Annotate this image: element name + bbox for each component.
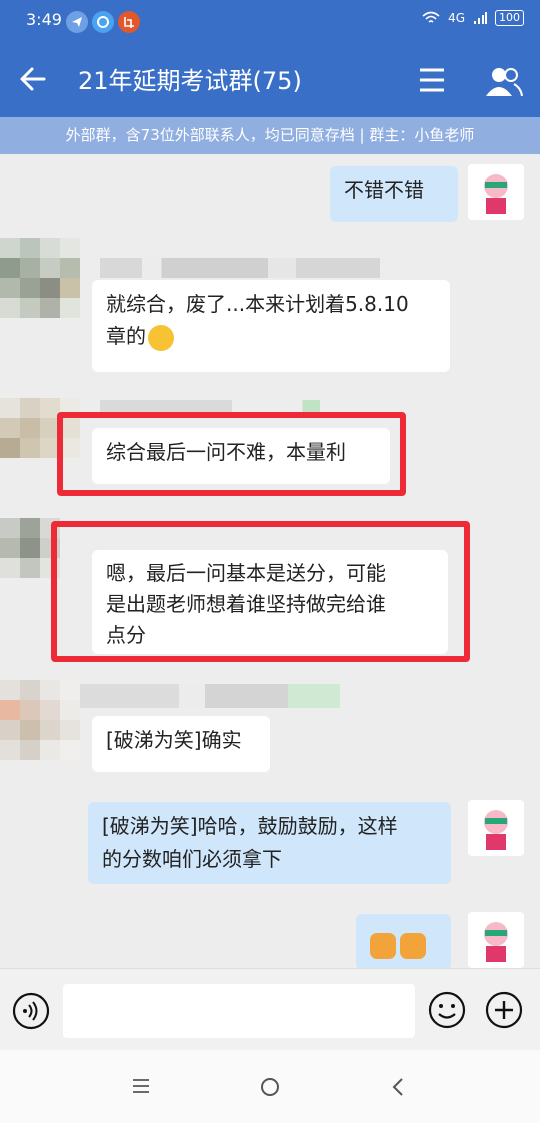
crop-notification-icon [118,11,140,33]
home-icon[interactable] [259,1076,281,1098]
message-text: 不错不错 [344,178,424,202]
fist-emoji-icon [370,932,396,959]
nav-back-icon[interactable] [390,1076,406,1098]
wifi-icon [422,11,440,23]
message-text: [破涕为笑]哈哈，鼓励鼓励，这样 [102,814,398,838]
sender-name-blurred [80,684,340,708]
highlight-box [51,521,470,662]
avatar-self[interactable] [468,912,524,968]
group-members-icon[interactable] [484,64,524,98]
avatar-self[interactable] [468,164,524,220]
signal-icon [474,12,487,24]
avatar-self[interactable] [468,800,524,856]
network-type: 4G [448,11,465,25]
voice-input-icon[interactable] [12,992,50,1030]
message-bubble-self[interactable] [356,914,451,970]
menu-icon[interactable] [418,66,446,94]
avatar-blurred[interactable] [0,680,80,760]
message-input[interactable] [63,984,415,1038]
chat-title: 21年延期考试群(75) [78,67,302,95]
highlight-box [57,412,406,496]
fist-emoji-icon [400,932,426,959]
emoji-picker-icon[interactable] [427,990,467,1030]
message-bubble[interactable]: 就综合，废了...本来计划着5.8.10 章的 [92,280,450,372]
message-text: [破涕为笑]确实 [106,728,242,752]
message-text: 的分数咱们必须拿下 [102,847,282,871]
laughing-emoji-icon [148,324,174,351]
message-bubble[interactable]: [破涕为笑]确实 [92,716,270,772]
back-arrow-icon[interactable] [18,64,48,94]
message-text: 章的 [106,324,146,348]
message-bubble-self[interactable]: 不错不错 [330,166,458,222]
status-time: 3:49 [26,10,62,29]
app-notification-icon [92,11,114,33]
message-bubble-self[interactable]: [破涕为笑]哈哈，鼓励鼓励，这样 的分数咱们必须拿下 [88,802,451,884]
message-text: 就综合，废了...本来计划着5.8.10 [106,292,409,316]
more-options-plus-icon[interactable] [484,990,524,1030]
sender-name-blurred [100,258,380,278]
status-indicators: 4G 100 [422,10,524,26]
telegram-notification-icon [66,11,88,33]
avatar-blurred[interactable] [0,238,80,318]
group-notice: 外部群，含73位外部联系人，均已同意存档 | 群主：小鱼老师 [0,117,540,154]
recent-apps-icon[interactable] [132,1078,150,1094]
battery-level: 100 [495,10,524,26]
